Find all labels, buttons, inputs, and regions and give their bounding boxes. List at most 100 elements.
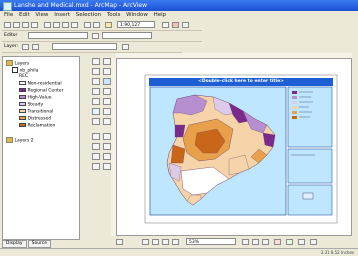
go-back-extent-icon[interactable] [92,163,100,170]
legend-label: Non-residential [27,81,62,87]
menu-file[interactable]: File [4,11,13,20]
legend-label: Steady [27,102,44,108]
font-color-icon[interactable] [274,239,281,245]
find-icon[interactable] [103,108,111,115]
hyperlink-icon[interactable] [103,118,111,125]
legend-swatch [19,116,26,120]
pan-tool-icon[interactable] [92,78,100,85]
add-data-icon[interactable] [105,22,112,28]
zoom-combo[interactable]: 53% [186,238,236,245]
add-control-points-icon[interactable] [32,44,39,50]
rectangle-icon[interactable] [162,239,169,245]
editor-toolbar-icon[interactable] [162,22,169,28]
copy-icon[interactable] [53,22,60,28]
redo-icon[interactable] [93,22,100,28]
text-icon[interactable] [172,239,179,245]
layer-label: Layer: [4,44,18,49]
editor-menu[interactable]: Editor [4,32,17,40]
legend-item: Reclamation [19,123,55,129]
menu-view[interactable]: View [35,11,48,20]
save-icon[interactable] [22,22,29,28]
previous-extent-icon[interactable] [92,88,100,95]
print-icon[interactable] [31,22,38,28]
text-frame[interactable] [287,148,333,184]
layer-combo[interactable] [52,43,117,50]
menu-insert[interactable]: Insert [54,11,70,20]
toc-field: REC [19,74,28,79]
underline-icon[interactable] [262,239,269,245]
zoom-out-icon[interactable] [103,58,111,65]
legend-item: Distressed [19,116,51,122]
delete-icon[interactable] [71,22,78,28]
sketch-icon[interactable] [92,33,99,39]
zoom-control-icon[interactable] [103,153,111,160]
arctoolbox-icon[interactable] [172,22,179,28]
menu-bar: File Edit View Insert Selection Tools Wi… [0,11,358,20]
checkbox-icon[interactable] [12,67,18,73]
legend-label: Reclamation [27,123,56,129]
legend-swatch [19,88,26,92]
toc-layers[interactable]: Layers [6,60,29,67]
cut-icon[interactable] [44,22,51,28]
identify-icon[interactable] [92,108,100,115]
map-title[interactable]: <Double-click here to enter title> [149,78,333,86]
legend-label: High-Value [27,95,52,101]
menu-selection[interactable]: Selection [76,11,101,20]
layout-view-toggle-icon[interactable] [116,239,123,245]
next-extent-icon[interactable] [103,88,111,95]
layout-zoom-in-icon[interactable] [92,133,100,140]
bold-icon[interactable] [242,239,249,245]
legend-item: Non-residential [19,81,62,87]
legend-label: Transitional [27,109,54,115]
draw-toolbar: 53% [116,238,356,247]
legend-swatch [19,109,26,113]
menu-tools[interactable]: Tools [107,11,121,20]
north-arrow-frame[interactable] [287,184,333,216]
whats-this-icon[interactable] [182,22,189,28]
app-icon [3,2,12,11]
open-icon[interactable] [13,22,20,28]
full-extent-icon[interactable] [103,78,111,85]
menu-window[interactable]: Window [126,11,148,20]
select-features-icon[interactable] [92,98,100,105]
zoom-whole-page-icon[interactable] [103,143,111,150]
tab-source[interactable]: Source [27,240,52,248]
arcmap-window: Lanshe and Medical.mxd - ArcMap - ArcVie… [0,0,358,256]
paste-icon[interactable] [62,22,69,28]
rotate-icon[interactable] [152,239,159,245]
layers-label: Layers [14,61,30,67]
tab-display[interactable]: Display [2,240,27,248]
toc-layer2[interactable]: Layers 2 [6,137,34,144]
zoom-100-icon[interactable] [92,153,100,160]
undo-icon[interactable] [84,22,91,28]
toc-tabs: Display Source [2,240,52,248]
fixed-zoom-in-icon[interactable] [92,68,100,75]
field-label: REC [19,74,29,79]
pan-icon[interactable] [22,44,29,50]
legend-item: Transitional [19,109,53,115]
window-title: Lanshe and Medical.mxd - ArcMap - ArcVie… [14,2,147,9]
table-icon[interactable] [122,44,129,50]
task-combo[interactable] [28,32,88,39]
select-elements-icon[interactable] [103,98,111,105]
new-icon[interactable] [4,22,11,28]
legend-swatch [19,81,26,85]
italic-icon[interactable] [252,239,259,245]
measure-icon[interactable] [92,118,100,125]
menu-help[interactable]: Help [154,11,167,20]
select-element-icon[interactable] [142,239,149,245]
marker-color-icon[interactable] [310,239,317,245]
zoom-in-icon[interactable] [92,58,100,65]
editor-toolbar: Editor [2,32,202,42]
go-forward-extent-icon[interactable] [103,163,111,170]
layers-icon [6,137,13,143]
scale-combo[interactable]: 1:90,127 [117,21,155,28]
fill-color-icon[interactable] [286,239,293,245]
target-combo[interactable] [102,32,152,39]
toc-group[interactable]: nb_phila [12,67,38,74]
line-color-icon[interactable] [298,239,305,245]
layout-pan-icon[interactable] [92,143,100,150]
menu-edit[interactable]: Edit [19,11,30,20]
layout-zoom-out-icon[interactable] [103,133,111,140]
fixed-zoom-out-icon[interactable] [103,68,111,75]
